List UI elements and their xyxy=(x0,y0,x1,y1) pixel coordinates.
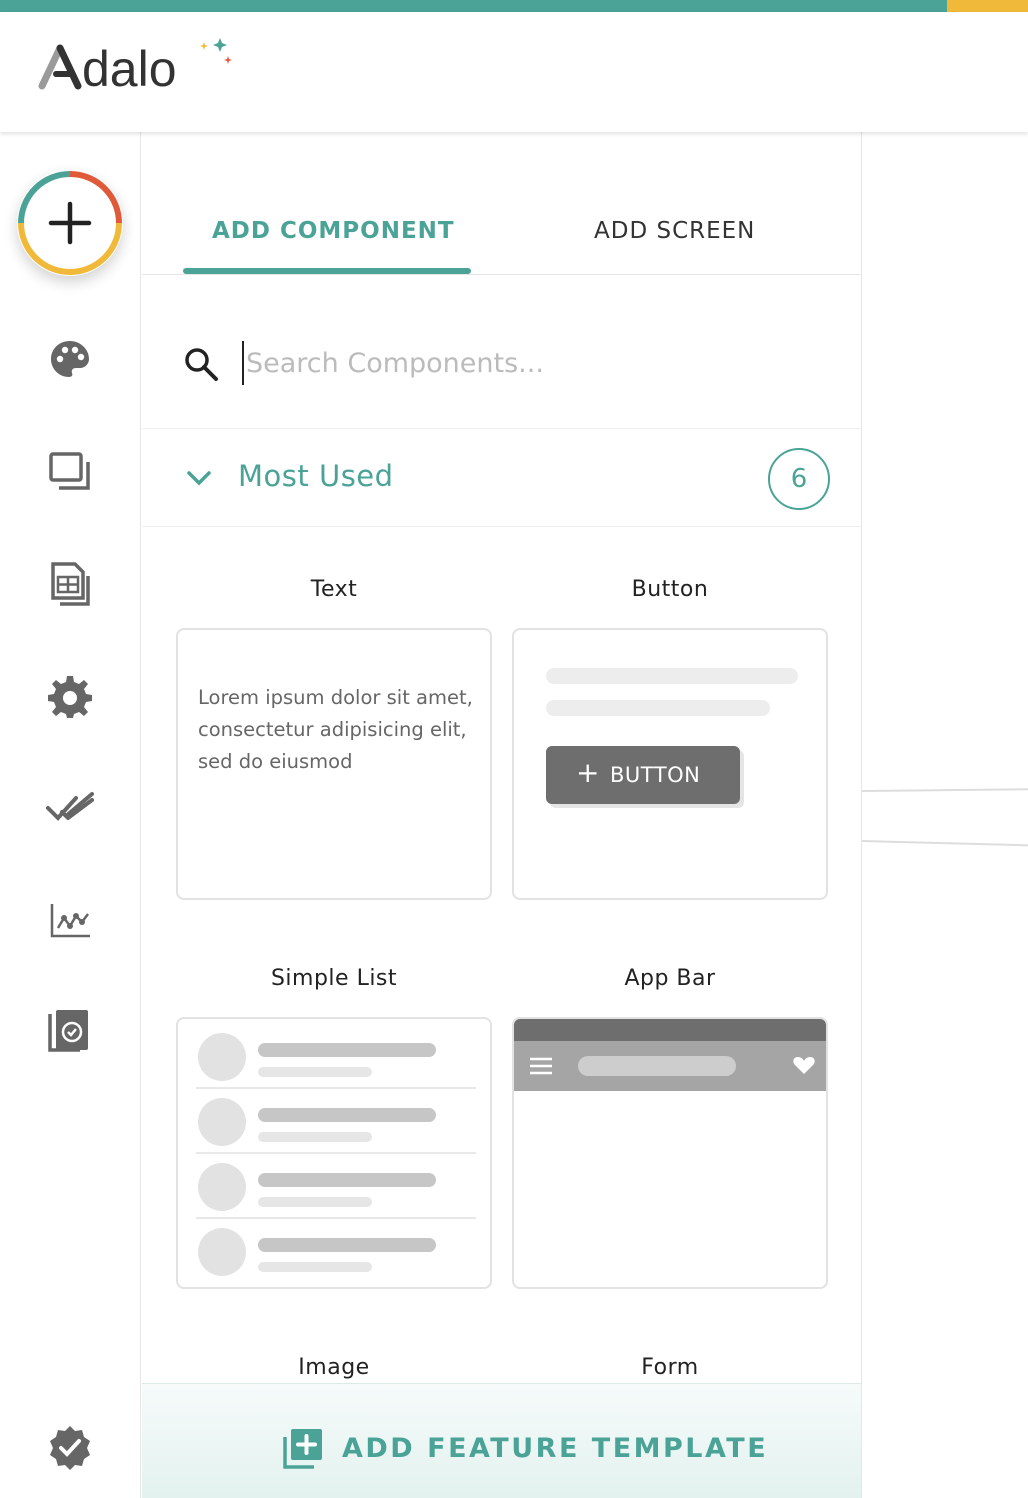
list-item xyxy=(196,1220,476,1284)
app-bar-preview xyxy=(514,1041,826,1091)
active-tab-indicator xyxy=(183,268,471,274)
add-template-icon xyxy=(283,1429,322,1469)
add-panel: ADD COMPONENT ADD SCREEN Most Used 6 Tex… xyxy=(142,132,862,1498)
svg-text:dalo: dalo xyxy=(82,41,177,97)
tab-add-component[interactable]: ADD COMPONENT xyxy=(212,218,455,244)
list-item xyxy=(196,1155,476,1219)
verified-badge-icon[interactable] xyxy=(46,1424,94,1472)
placeholder-line xyxy=(546,700,770,716)
placeholder-line xyxy=(546,668,798,684)
plus-icon xyxy=(18,171,122,275)
publish-icon[interactable] xyxy=(46,1008,94,1056)
component-label-form: Form xyxy=(641,1355,699,1380)
heart-icon xyxy=(793,1057,815,1074)
double-check-icon[interactable] xyxy=(46,784,94,832)
gear-icon[interactable] xyxy=(46,672,94,720)
screens-icon[interactable] xyxy=(46,448,94,496)
analytics-icon[interactable] xyxy=(46,896,94,944)
add-button[interactable] xyxy=(17,170,123,276)
list-item xyxy=(196,1090,476,1154)
button-preview: + BUTTON xyxy=(546,746,740,804)
plus-icon: + xyxy=(576,756,600,789)
component-card-button[interactable]: + BUTTON xyxy=(512,628,828,900)
top-accent-bar xyxy=(0,0,1028,12)
component-label-image: Image xyxy=(298,1355,370,1380)
adalo-logo[interactable]: dalo xyxy=(38,34,238,104)
component-card-text[interactable]: Lorem ipsum dolor sit amet, consectetur … xyxy=(176,628,492,900)
section-count-badge: 6 xyxy=(768,448,830,510)
component-label-text: Text xyxy=(310,577,358,602)
list-item xyxy=(196,1025,476,1089)
add-feature-template-button[interactable]: ADD FEATURE TEMPLATE xyxy=(142,1383,861,1498)
section-title: Most Used xyxy=(238,459,394,493)
top-accent-bar-yellow xyxy=(947,0,1028,12)
component-label-button: Button xyxy=(631,577,709,602)
header: dalo xyxy=(0,12,1028,132)
database-icon[interactable] xyxy=(46,560,94,608)
tab-add-screen[interactable]: ADD SCREEN xyxy=(594,218,755,244)
canvas-link-line xyxy=(861,788,1028,792)
canvas-link-line xyxy=(861,840,1028,847)
component-card-simple-list[interactable] xyxy=(176,1017,492,1289)
component-card-app-bar[interactable] xyxy=(512,1017,828,1289)
search-icon xyxy=(185,348,218,381)
section-most-used[interactable]: Most Used 6 xyxy=(142,429,861,527)
search-input[interactable] xyxy=(242,341,802,385)
palette-icon[interactable] xyxy=(46,335,94,383)
text-preview: Lorem ipsum dolor sit amet, consectetur … xyxy=(198,686,473,773)
button-preview-label: BUTTON xyxy=(610,763,701,787)
chevron-down-icon xyxy=(187,471,211,486)
component-label-simple-list: Simple List xyxy=(270,966,398,991)
app-bar-title-placeholder xyxy=(578,1056,736,1076)
component-label-app-bar: App Bar xyxy=(624,966,716,991)
app-bar-status xyxy=(514,1019,826,1041)
panel-tabs: ADD COMPONENT ADD SCREEN xyxy=(142,132,861,275)
add-feature-template-label: ADD FEATURE TEMPLATE xyxy=(342,1433,769,1464)
menu-icon xyxy=(530,1057,552,1075)
left-sidebar xyxy=(0,132,141,1498)
search-bar xyxy=(142,275,861,429)
